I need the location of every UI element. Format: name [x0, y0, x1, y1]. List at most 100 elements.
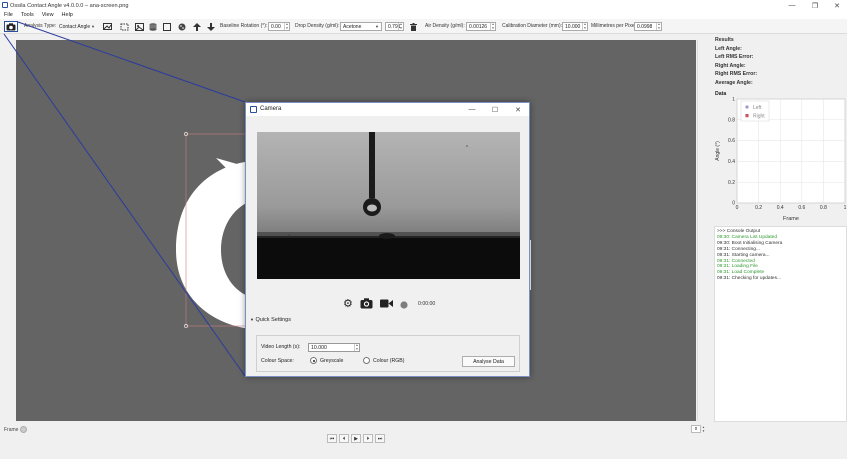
record-indicator-icon[interactable]	[400, 300, 408, 312]
camera-dialog-title-bar: Camera — ☐ ✕	[246, 103, 529, 116]
baseline-rotation-input[interactable]: 0.00 ▲ ▼	[268, 22, 290, 31]
calibration-diameter-input[interactable]: 10.000 ▲ ▼	[562, 22, 588, 31]
minimize-button[interactable]: —	[781, 0, 803, 11]
mm-per-pixel-label: Millimetres per Pixel:	[591, 23, 638, 29]
toolbar: Analysis Type: Contact Angle ▼ Baseline …	[0, 19, 847, 34]
gear-icon[interactable]: ⚙	[343, 297, 353, 310]
camera-feed-image	[257, 132, 520, 279]
frame-label: Frame	[4, 427, 19, 433]
average-angle-label: Average Angle:	[715, 79, 753, 86]
angle-plot[interactable]: 00.20.40.60.81 0 0.2 0.4 0.6 0.8 1 Left Right…	[713, 97, 847, 222]
video-camera-icon[interactable]	[380, 298, 393, 312]
x-tick-label: 0.2	[755, 205, 762, 211]
greyscale-radio[interactable]	[310, 357, 317, 364]
legend-right-label: Right	[753, 114, 765, 120]
chevron-down-icon: ▼	[375, 24, 379, 29]
arrow-down-icon[interactable]	[206, 22, 216, 31]
x-tick-label: 1	[844, 205, 847, 211]
video-length-value: 10.000	[311, 345, 327, 351]
mm-per-pixel-input[interactable]: 0.0998 ▲ ▼	[634, 22, 662, 31]
dialog-close-button[interactable]: ✕	[508, 104, 528, 115]
step-back-button[interactable]: ⏴	[339, 434, 349, 443]
analysis-type-label: Analysis Type:	[24, 23, 57, 29]
legend-right-marker	[745, 114, 749, 118]
colour-space-label: Colour Space:	[261, 358, 294, 364]
camera-app-icon	[250, 106, 257, 113]
air-density-label: Air Density (g/ml):	[425, 23, 465, 29]
drop-density-select[interactable]: Acetone ▼	[340, 22, 382, 31]
arrow-up-icon[interactable]	[192, 22, 202, 31]
database-icon[interactable]	[148, 22, 158, 31]
calibration-diameter-value: 10.000	[565, 24, 581, 30]
dialog-minimize-button[interactable]: —	[462, 104, 482, 115]
analysis-type-value: Contact Angle	[59, 24, 91, 30]
close-button[interactable]: ✕	[826, 0, 847, 11]
camera-icon[interactable]	[4, 21, 18, 32]
menu-help[interactable]: Help	[58, 12, 77, 18]
console-line: 09:31: Checking for updates...	[717, 276, 781, 282]
frame-slider-handle[interactable]	[20, 426, 27, 433]
menu-tools[interactable]: Tools	[17, 12, 38, 18]
mm-per-pixel-value: 0.0998	[637, 24, 653, 30]
console-output[interactable]: >>> Console Output 09:30: Camera List Upd…	[714, 226, 847, 422]
plot-xlabel: Frame	[783, 216, 799, 222]
gallery-icon[interactable]	[134, 22, 144, 31]
x-tick-label: 0	[736, 205, 739, 211]
maximize-button[interactable]: ❐	[804, 0, 826, 11]
app-icon	[2, 2, 8, 8]
skip-to-start-button[interactable]: ⏮	[327, 434, 337, 443]
frame-number-input[interactable]: 0	[691, 425, 701, 433]
plot-ylabel: Angle (°)	[715, 141, 721, 161]
spin-arrows-icon[interactable]: ▲ ▼	[656, 22, 661, 30]
results-panel: Results Left Angle: Left RMS Error: Righ…	[715, 36, 845, 88]
trash-icon[interactable]	[408, 22, 418, 31]
frame-icon[interactable]	[162, 22, 172, 31]
x-tick-label: 0.8	[820, 205, 827, 211]
colour-rgb-radio[interactable]	[363, 357, 370, 364]
drop-density-label: Drop Density (g/ml):	[295, 23, 340, 29]
drop-density-number-input[interactable]: 0.791 ▲ ▼	[385, 22, 404, 31]
camera-icon[interactable]	[360, 298, 373, 312]
y-tick-label: 0.2	[728, 180, 735, 186]
x-tick-label: 0.4	[777, 205, 784, 211]
right-rms-label: Right RMS Error:	[715, 71, 758, 78]
quick-settings-toggle[interactable]: ▼ Quick Settings	[250, 317, 291, 323]
air-density-input[interactable]: 0.00126 ▲ ▼	[466, 22, 496, 31]
y-tick-label: 0.6	[728, 138, 735, 144]
image-icon[interactable]	[102, 22, 112, 31]
menu-view[interactable]: View	[38, 12, 58, 18]
palette-icon[interactable]	[177, 22, 187, 31]
analysis-type-select[interactable]: Contact Angle ▼	[56, 22, 98, 31]
drop-density-value: Acetone	[343, 24, 362, 30]
camera-controls: ⚙	[343, 297, 463, 311]
left-angle-label: Left Angle:	[715, 45, 742, 52]
play-button[interactable]: ▶	[351, 434, 361, 443]
status-bar	[0, 423, 847, 459]
greyscale-label: Greyscale	[320, 358, 344, 364]
step-forward-button[interactable]: ⏵	[363, 434, 373, 443]
spin-arrows-icon[interactable]: ▲ ▼	[490, 22, 495, 30]
spin-arrows-icon[interactable]: ▲ ▼	[284, 22, 289, 30]
chevron-down-icon: ▼	[250, 317, 254, 322]
spin-arrows-icon[interactable]: ▲ ▼	[398, 22, 403, 30]
window-title: Ossila Contact Angle v4.0.0.0 – ana-scre…	[10, 2, 129, 9]
menu-file[interactable]: File	[0, 12, 17, 18]
camera-dialog: Camera — ☐ ✕ ⚙ 0:00:00 ▼ Quick Settings …	[245, 102, 530, 377]
video-length-input[interactable]: 10.000 ▲ ▼	[308, 343, 360, 352]
spin-arrows-icon[interactable]: ▲ ▼	[582, 22, 587, 30]
canvas-side-panel	[697, 40, 707, 421]
camera-dialog-title: Camera	[260, 106, 282, 112]
menu-bar: File Tools View Help	[0, 11, 847, 19]
skip-to-end-button[interactable]: ⏭	[375, 434, 385, 443]
baseline-rotation-label: Baseline Rotation (°):	[220, 23, 268, 29]
spin-arrows-icon[interactable]: ▲ ▼	[354, 343, 359, 351]
analyse-data-button[interactable]: Analyse Data	[462, 356, 515, 367]
crop-select-icon[interactable]	[119, 22, 129, 31]
camera-preview	[257, 132, 520, 279]
chevron-down-icon: ▼	[91, 24, 95, 29]
frame-spin-icon[interactable]: ▲ ▼	[702, 425, 707, 433]
results-heading: Results	[715, 37, 734, 43]
y-tick-label: 0.4	[728, 159, 735, 165]
dialog-maximize-button[interactable]: ☐	[485, 104, 505, 115]
calibration-diameter-label: Calibration Diameter (mm):	[502, 23, 563, 29]
